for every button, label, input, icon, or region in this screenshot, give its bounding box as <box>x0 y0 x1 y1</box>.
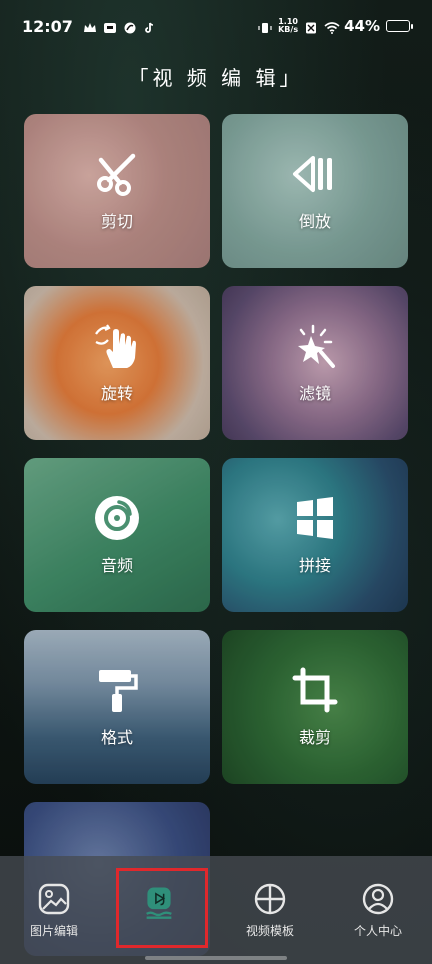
scissors-icon <box>93 150 141 198</box>
app-notification-icon <box>103 20 117 33</box>
nav-video-edit[interactable] <box>116 868 208 948</box>
tool-label: 裁剪 <box>298 728 331 747</box>
tool-crop-button[interactable]: 裁剪 <box>222 630 408 784</box>
magic-wand-icon <box>291 322 339 370</box>
tool-collage-button[interactable]: 拼接 <box>222 458 408 612</box>
reverse-play-icon <box>291 150 339 198</box>
crown-icon <box>83 20 97 32</box>
tiktok-icon <box>143 20 157 33</box>
tool-rotate-button[interactable]: 旋转 <box>24 286 210 440</box>
nav-image-edit[interactable]: 图片编辑 <box>9 882 99 939</box>
video-play-icon <box>142 886 182 930</box>
windows-grid-icon <box>291 494 339 542</box>
home-indicator <box>145 956 287 960</box>
tool-filter-button[interactable]: 滤镜 <box>222 286 408 440</box>
template-grid-icon <box>253 882 287 916</box>
user-icon <box>361 882 395 916</box>
rotate-hand-icon <box>93 322 141 370</box>
nav-profile[interactable]: 个人中心 <box>333 882 423 939</box>
tool-reverse-button[interactable]: 倒放 <box>222 114 408 268</box>
nav-video-template[interactable]: 视频模板 <box>225 882 315 939</box>
status-bar: 12:07 1.10 KB/s 44% <box>0 0 432 52</box>
crop-icon <box>291 666 339 714</box>
tool-format-button[interactable]: 格式 <box>24 630 210 784</box>
tool-label: 拼接 <box>298 556 331 575</box>
tool-cut-button[interactable]: 剪切 <box>24 114 210 268</box>
paint-roller-icon <box>93 666 141 714</box>
tool-label: 格式 <box>100 728 133 747</box>
highlight-box <box>116 868 208 948</box>
battery-percent: 44% <box>344 17 380 35</box>
tool-label: 倒放 <box>298 212 331 231</box>
tool-label: 旋转 <box>100 384 133 403</box>
net-speed: 1.10 KB/s <box>278 18 298 34</box>
battery-icon <box>386 20 413 32</box>
tool-audio-button[interactable]: 音频 <box>24 458 210 612</box>
status-time: 12:07 <box>22 16 73 36</box>
tool-label: 剪切 <box>100 212 133 231</box>
tool-label: 滤镜 <box>298 384 331 403</box>
tool-label: 音频 <box>100 556 133 575</box>
page-title: 「视 频 编 辑」 <box>128 66 304 90</box>
image-icon <box>37 882 71 916</box>
link-app-icon <box>123 20 137 34</box>
net-speed-unit: KB/s <box>278 25 299 34</box>
wifi-icon <box>324 20 340 34</box>
no-sim-icon <box>304 20 318 34</box>
vibrate-icon <box>258 20 272 33</box>
tool-grid: 剪切 倒放 旋转 滤镜 音频 拼接 格式 裁剪 <box>24 114 408 956</box>
nav-label: 图片编辑 <box>29 924 78 938</box>
nav-label: 个人中心 <box>353 924 402 938</box>
bottom-nav: 图片编辑 视频模板 个人中心 <box>0 856 432 964</box>
status-left: 12:07 <box>22 17 157 36</box>
nav-label: 视频模板 <box>245 924 294 938</box>
status-right: 1.10 KB/s 44% <box>258 17 413 35</box>
music-disc-icon <box>93 494 141 542</box>
